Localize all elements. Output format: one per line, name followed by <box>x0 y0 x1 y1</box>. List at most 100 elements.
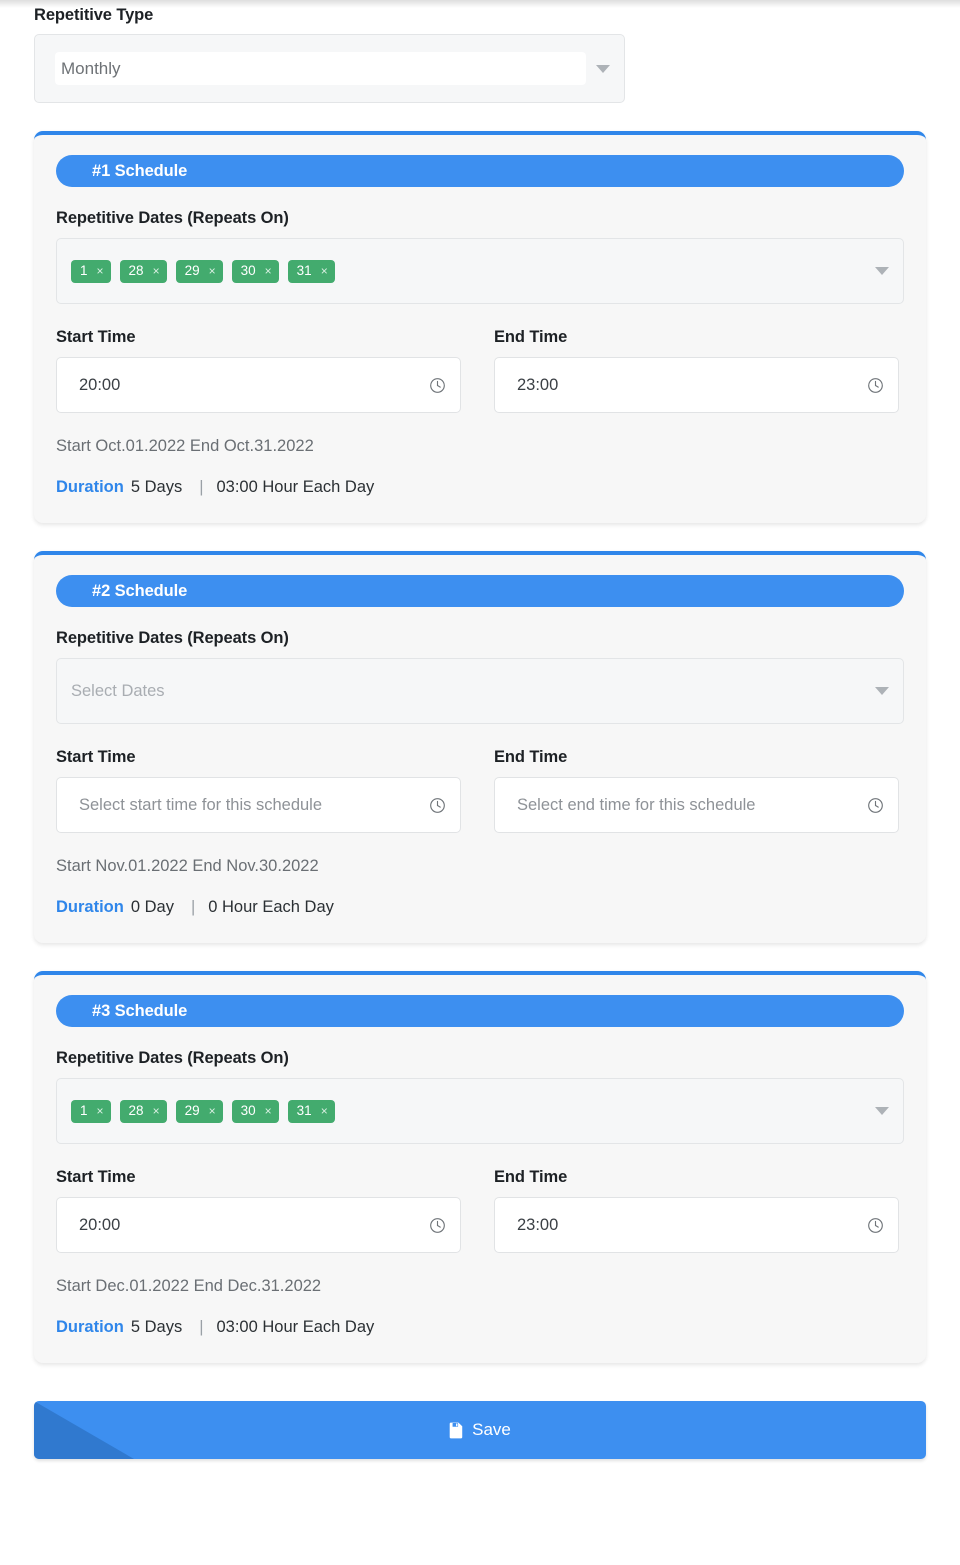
date-tag[interactable]: 1 × <box>71 1099 111 1123</box>
date-tag-label: 30 <box>240 263 256 279</box>
end-time-label: End Time <box>494 1168 568 1186</box>
duration-row: Duration 0 Day | 0 Hour Each Day <box>56 898 904 917</box>
end-time-value: 23:00 <box>517 1215 559 1234</box>
repetitive-dates-label: Repetitive Dates (Repeats On) <box>56 1049 289 1067</box>
date-tag-remove-icon[interactable]: × <box>265 265 272 277</box>
start-time-input[interactable]: 20:00 <box>56 1197 461 1253</box>
chevron-down-icon[interactable] <box>875 1107 889 1115</box>
date-tag[interactable]: 31 × <box>287 259 335 283</box>
date-tag-remove-icon[interactable]: × <box>209 265 216 277</box>
duration-label: Duration <box>56 478 124 496</box>
start-time-value: 20:00 <box>79 375 121 394</box>
duration-hours: 03:00 Hour Each Day <box>216 478 375 496</box>
date-tag-label: 1 <box>80 1103 88 1119</box>
repetitive-dates-select[interactable]: 1 × 28 × 29 × 30 × 31 × <box>56 238 904 304</box>
schedule-date-range: Start Oct.01.2022 End Oct.31.2022 <box>56 437 314 455</box>
chevron-down-icon[interactable] <box>596 64 610 73</box>
date-tag[interactable]: 28 × <box>119 1099 167 1123</box>
start-time-placeholder: Select start time for this schedule <box>79 795 323 814</box>
repetitive-dates-select[interactable]: Select Dates <box>56 658 904 724</box>
time-row: Start Time 20:00 End Time 23:00 <box>56 1168 904 1253</box>
duration-hours: 03:00 Hour Each Day <box>216 1318 375 1336</box>
save-ripple-decoration <box>34 1401 134 1459</box>
date-tag[interactable]: 29 × <box>175 1099 223 1123</box>
start-time-input[interactable]: 20:00 <box>56 357 461 413</box>
chevron-down-icon[interactable] <box>875 687 889 695</box>
end-time-placeholder: Select end time for this schedule <box>517 795 756 814</box>
schedule-card-title: #2 Schedule <box>56 575 904 607</box>
date-tag-remove-icon[interactable]: × <box>97 265 104 277</box>
clock-icon[interactable] <box>429 1217 446 1234</box>
start-time-label: Start Time <box>56 748 136 766</box>
start-time-input[interactable]: Select start time for this schedule <box>56 777 461 833</box>
schedule-card-title: #3 Schedule <box>56 995 904 1027</box>
duration-label: Duration <box>56 898 124 916</box>
clock-icon[interactable] <box>429 377 446 394</box>
date-tag[interactable]: 1 × <box>71 259 111 283</box>
selected-dates: 1 × 28 × 29 × 30 × 31 × <box>71 259 865 283</box>
duration-separator: | <box>190 898 196 916</box>
repetitive-dates-select[interactable]: 1 × 28 × 29 × 30 × 31 × <box>56 1078 904 1144</box>
duration-row: Duration 5 Days | 03:00 Hour Each Day <box>56 478 904 497</box>
date-tag-label: 29 <box>184 1103 200 1119</box>
date-tag-remove-icon[interactable]: × <box>209 1105 216 1117</box>
duration-hours: 0 Hour Each Day <box>208 898 334 916</box>
schedule-card: #3 Schedule Repetitive Dates (Repeats On)… <box>34 971 926 1363</box>
end-time-input[interactable]: Select end time for this schedule <box>494 777 899 833</box>
time-row: Start Time Select start time for this sch… <box>56 748 904 833</box>
dates-placeholder: Select Dates <box>71 681 165 700</box>
start-time-label: Start Time <box>56 328 136 346</box>
end-time-input[interactable]: 23:00 <box>494 1197 899 1253</box>
end-time-value: 23:00 <box>517 375 559 394</box>
date-tag-label: 31 <box>296 263 312 279</box>
date-tag[interactable]: 31 × <box>287 1099 335 1123</box>
repetitive-type-label: Repetitive Type <box>34 6 154 24</box>
date-tag[interactable]: 28 × <box>119 259 167 283</box>
duration-label: Duration <box>56 1318 124 1336</box>
date-tag-remove-icon[interactable]: × <box>321 1105 328 1117</box>
save-button[interactable]: Save <box>34 1401 926 1459</box>
schedule-form: Repetitive Type Monthly #1 Schedule Repet… <box>0 0 960 1363</box>
end-time-input[interactable]: 23:00 <box>494 357 899 413</box>
duration-separator: | <box>199 1318 204 1336</box>
selected-dates: 1 × 28 × 29 × 30 × 31 × <box>71 1099 865 1123</box>
clock-icon[interactable] <box>867 1217 884 1234</box>
date-tag-remove-icon[interactable]: × <box>97 1105 104 1117</box>
duration-row: Duration 5 Days | 03:00 Hour Each Day <box>56 1318 904 1337</box>
schedule-list: #1 Schedule Repetitive Dates (Repeats On)… <box>34 131 926 1363</box>
date-tag-label: 31 <box>296 1103 312 1119</box>
clock-icon[interactable] <box>867 797 884 814</box>
repetitive-dates-label: Repetitive Dates (Repeats On) <box>56 629 289 647</box>
duration-days: 5 Days <box>130 478 183 496</box>
schedule-card: #2 Schedule Repetitive Dates (Repeats On)… <box>34 551 926 943</box>
date-tag-remove-icon[interactable]: × <box>153 1105 160 1117</box>
end-time-label: End Time <box>494 328 568 346</box>
date-tag-remove-icon[interactable]: × <box>153 265 160 277</box>
schedule-date-range: Start Nov.01.2022 End Nov.30.2022 <box>56 857 319 875</box>
date-tag-remove-icon[interactable]: × <box>265 1105 272 1117</box>
duration-days: 5 Days <box>130 1318 183 1336</box>
save-button-label: Save <box>472 1420 511 1439</box>
duration-days: 0 Day <box>130 898 174 916</box>
date-tag[interactable]: 29 × <box>175 259 223 283</box>
save-bar: Save <box>0 1401 960 1459</box>
schedule-card: #1 Schedule Repetitive Dates (Repeats On)… <box>34 131 926 523</box>
repetitive-type-select-value-box[interactable]: Monthly <box>55 52 586 85</box>
date-tag-label: 1 <box>80 263 88 279</box>
date-tag[interactable]: 30 × <box>231 259 279 283</box>
date-tag-remove-icon[interactable]: × <box>321 265 328 277</box>
date-tag[interactable]: 30 × <box>231 1099 279 1123</box>
time-row: Start Time 20:00 End Time 23:00 <box>56 328 904 413</box>
repetitive-type-value: Monthly <box>61 58 121 78</box>
date-tag-label: 30 <box>240 1103 256 1119</box>
clock-icon[interactable] <box>429 797 446 814</box>
schedule-date-range: Start Dec.01.2022 End Dec.31.2022 <box>56 1277 322 1295</box>
chevron-down-icon[interactable] <box>875 267 889 275</box>
start-time-value: 20:00 <box>79 1215 121 1234</box>
repetitive-type-select[interactable]: Monthly <box>34 34 625 103</box>
date-tag-label: 28 <box>128 1103 144 1119</box>
clock-icon[interactable] <box>867 377 884 394</box>
date-tag-label: 29 <box>184 263 200 279</box>
end-time-label: End Time <box>494 748 568 766</box>
schedule-card-title: #1 Schedule <box>56 155 904 187</box>
